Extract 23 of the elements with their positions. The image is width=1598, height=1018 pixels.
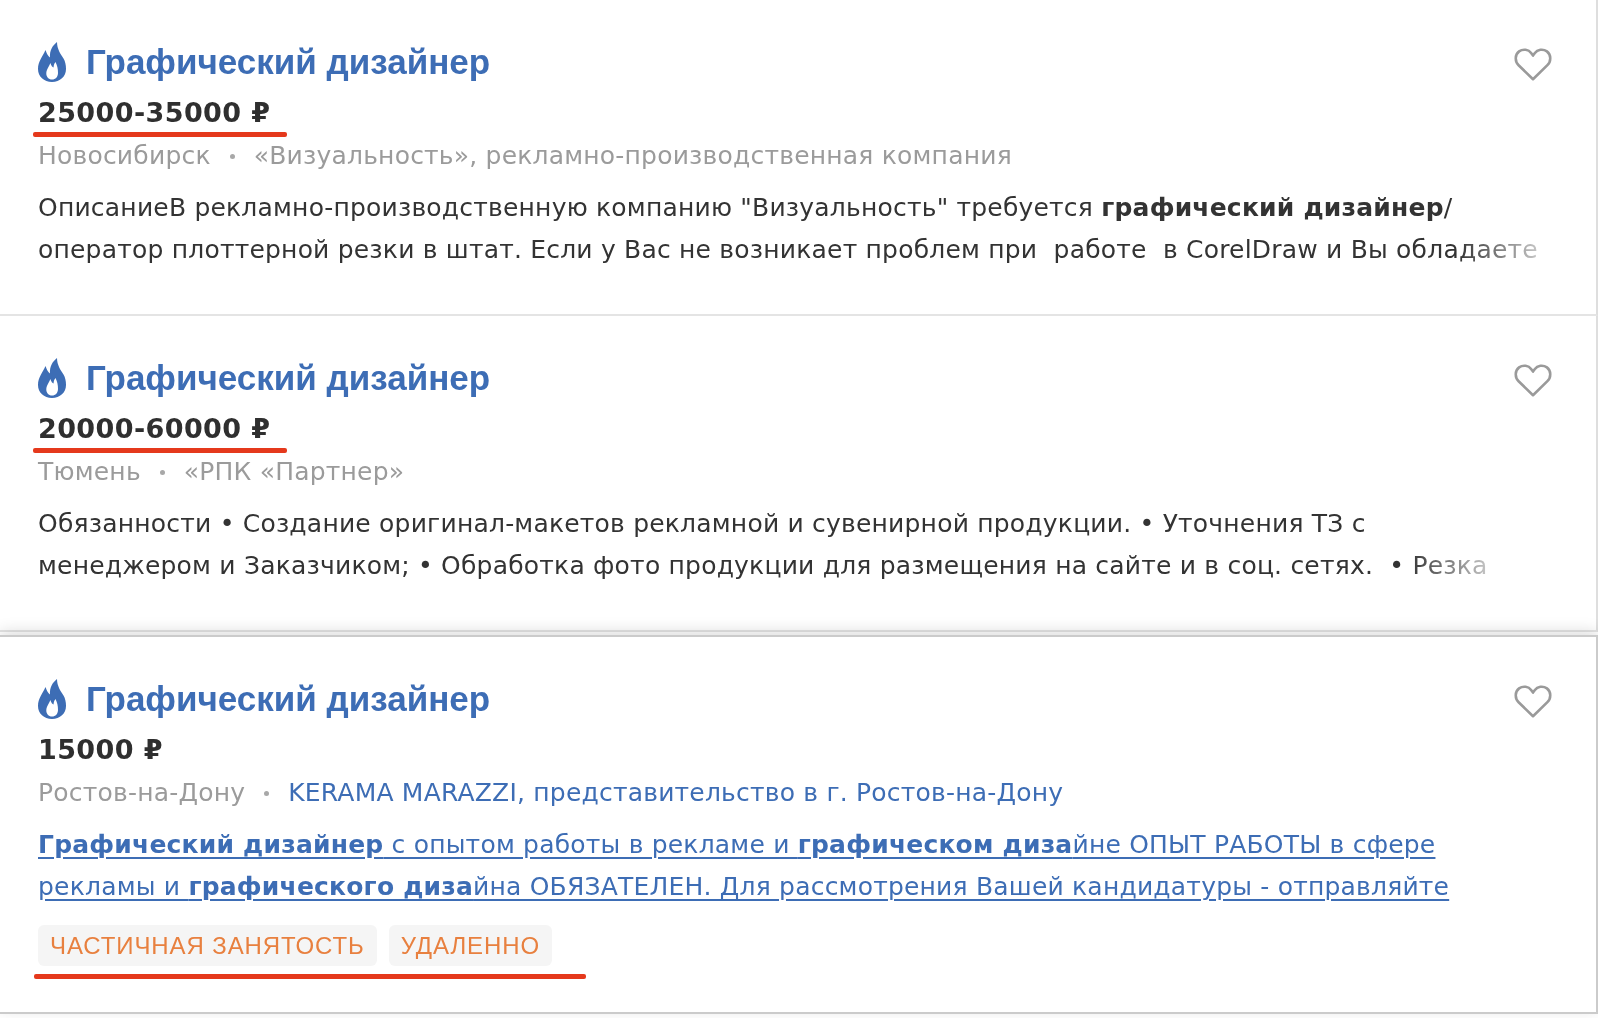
salary-text: 20000-60000 ₽	[38, 413, 271, 444]
city-name: Тюмень	[38, 456, 141, 488]
heart-icon[interactable]	[1514, 364, 1552, 397]
employment-tag: УДАЛЕННО	[388, 925, 552, 966]
heart-icon[interactable]	[1514, 48, 1552, 81]
vacancy-title-link[interactable]: Графический дизайнер	[86, 677, 491, 720]
company-link[interactable]: KERAMA MARAZZI, представительство в г. Ростов-на-Дону	[288, 776, 1064, 810]
separator-dot-icon	[264, 790, 270, 796]
company-name: «Визуальность», рекламно-производственная компания	[253, 140, 1012, 172]
vacancy-title-link[interactable]: Графический дизайнер	[86, 40, 491, 83]
salary-text: 25000-35000 ₽	[38, 97, 271, 128]
description-link[interactable]: Графический дизайнер с опытом работы в рекламе и графическом дизайне ОПЫТ РАБОТЫ в сфере рекламы и графического дизайна ОБЯЗАТЕЛЕН. Для рассмотрения Вашей кандидатуры - отправляйте	[38, 824, 1450, 908]
heart-icon[interactable]	[1514, 685, 1552, 718]
description-text: ОписаниеВ рекламно-производственную компанию "Визуальность" требуется графический дизайнер/ оператор плоттерной резки в штат. Если у Вас не возникает проблем при работе в CorelDraw и Вы обладаете	[38, 192, 1538, 266]
company-name: «РПК «Партнер»	[183, 456, 405, 488]
separator-dot-icon	[229, 153, 235, 159]
description-text: Обязанности • Создание оригинал-макетов рекламной и сувенирной продукции. • Уточнения ТЗ с менеджером и Заказчиком; • Обработка фото продукции для размещения на сайте и в соц. сетях. • Резка	[38, 508, 1488, 582]
employment-tag: ЧАСТИЧНАЯ ЗАНЯТОСТЬ	[38, 925, 377, 966]
city-name: Новосибирск	[38, 140, 211, 172]
vacancy-title-link[interactable]: Графический дизайнер	[86, 356, 491, 399]
salary-text: 15000 ₽	[38, 734, 163, 765]
city-name: Ростов-на-Дону	[38, 777, 246, 809]
separator-dot-icon	[159, 469, 165, 475]
